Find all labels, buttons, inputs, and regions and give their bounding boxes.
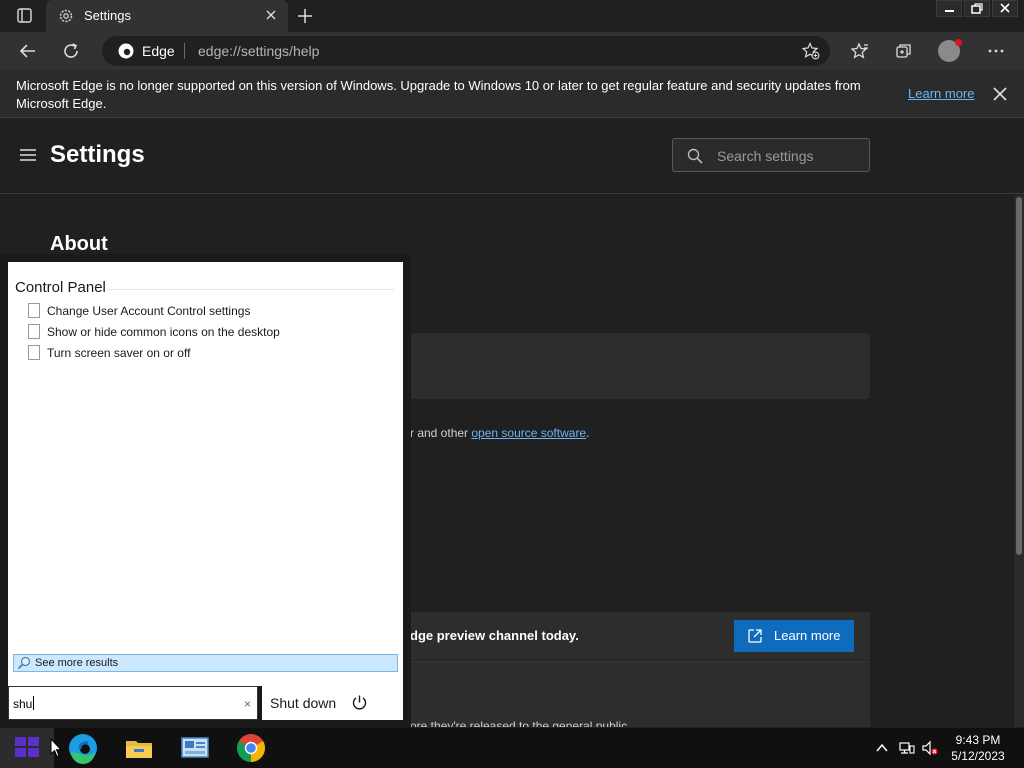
- group-divider: [108, 289, 394, 290]
- new-tab-icon[interactable]: [296, 7, 314, 25]
- preview-channel-card: dge preview channel today. Learn more: [410, 612, 870, 660]
- infobar-close-icon[interactable]: [992, 86, 1008, 102]
- page-scrollbar[interactable]: [1014, 195, 1024, 727]
- section-title: About: [50, 233, 108, 255]
- settings-search-input[interactable]: Search settings: [672, 138, 870, 172]
- result-label: Show or hide common icons on the desktop: [47, 325, 280, 339]
- add-favorite-icon[interactable]: [802, 42, 820, 60]
- start-search-value: shu: [13, 697, 33, 711]
- oss-suffix: .: [586, 426, 590, 440]
- start-search-input[interactable]: shu ×: [8, 686, 258, 720]
- close-window-button[interactable]: [992, 0, 1018, 17]
- settings-header: Settings Search settings: [0, 118, 1024, 194]
- result-item[interactable]: Show or hide common icons on the desktop: [28, 323, 388, 341]
- document-icon: [28, 324, 40, 339]
- document-icon: [28, 303, 40, 318]
- title-bar: Settings: [0, 0, 1024, 32]
- tab-actions-icon[interactable]: [10, 6, 38, 26]
- file-explorer-icon[interactable]: [123, 732, 155, 764]
- infobar-message: Microsoft Edge is no longer supported on…: [16, 78, 861, 111]
- infobar-learn-more-link[interactable]: Learn more: [908, 86, 974, 101]
- chevron-up-icon[interactable]: [874, 740, 890, 756]
- text-caret: [33, 696, 34, 710]
- magnifier-icon: [17, 656, 31, 670]
- start-button[interactable]: [0, 728, 54, 768]
- volume-muted-icon[interactable]: [922, 740, 938, 756]
- refresh-icon[interactable]: [62, 42, 80, 60]
- search-icon: [687, 148, 703, 164]
- power-icon: [352, 695, 367, 710]
- insider-card-text: ore they're released to the general publ…: [410, 719, 631, 727]
- search-results-panel: Control Panel Change User Account Contro…: [8, 262, 403, 686]
- edge-logo-icon: [118, 43, 134, 59]
- network-icon[interactable]: [899, 740, 915, 756]
- search-placeholder: Search settings: [717, 148, 814, 164]
- clock-date: 5/12/2023: [951, 749, 1005, 763]
- address-bar[interactable]: Edge edge://settings/help: [102, 36, 830, 66]
- preview-channel-text: dge preview channel today.: [410, 628, 579, 643]
- profile-avatar[interactable]: [938, 39, 962, 62]
- chrome-icon[interactable]: [235, 732, 267, 764]
- see-more-label: See more results: [35, 657, 119, 669]
- preview-learn-more-button[interactable]: Learn more: [734, 620, 854, 652]
- gear-icon: [59, 9, 73, 23]
- open-source-software-link[interactable]: open source software: [471, 426, 586, 440]
- restore-button[interactable]: [964, 0, 990, 17]
- favorites-icon[interactable]: [851, 42, 869, 60]
- tab-title: Settings: [84, 8, 131, 23]
- shutdown-label: Shut down: [270, 695, 337, 711]
- omnibox-separator: [184, 43, 185, 59]
- insider-card: ore they're released to the general publ…: [410, 661, 870, 727]
- tab-close-icon[interactable]: [264, 8, 278, 22]
- external-link-icon: [748, 629, 762, 643]
- control-panel-icon[interactable]: [179, 732, 211, 764]
- mouse-cursor-icon: [50, 738, 62, 758]
- clock-time: 9:43 PM: [955, 733, 1001, 747]
- edge-icon[interactable]: [67, 732, 99, 764]
- url-text[interactable]: edge://settings/help: [198, 43, 319, 59]
- omnibox-brand: Edge: [142, 43, 175, 59]
- browser-toolbar: Edge edge://settings/help: [0, 32, 1024, 70]
- window-controls: [934, 0, 1018, 18]
- oss-credit-text: r and other open source software.: [410, 426, 589, 440]
- close-icon: [1000, 3, 1010, 13]
- see-more-results-button[interactable]: See more results: [13, 654, 398, 672]
- unsupported-os-infobar: Microsoft Edge is no longer supported on…: [0, 70, 1024, 118]
- back-arrow-icon[interactable]: [19, 42, 37, 60]
- page-title: Settings: [50, 141, 145, 168]
- result-label: Turn screen saver on or off: [47, 346, 191, 360]
- taskbar: 9:43 PM 5/12/2023: [0, 728, 1024, 768]
- preview-learn-more-label: Learn more: [774, 628, 841, 643]
- result-item[interactable]: Turn screen saver on or off: [28, 344, 388, 362]
- more-options-icon[interactable]: [987, 42, 1005, 60]
- tab-settings[interactable]: Settings: [46, 0, 288, 32]
- taskbar-clock[interactable]: 9:43 PM 5/12/2023: [940, 732, 1016, 764]
- minimize-icon: [945, 10, 954, 12]
- start-menu: Control Panel Change User Account Contro…: [0, 254, 411, 728]
- result-group-title: Control Panel: [15, 279, 106, 296]
- result-item[interactable]: Change User Account Control settings: [28, 302, 388, 320]
- scrollbar-thumb[interactable]: [1016, 197, 1022, 555]
- document-icon: [28, 345, 40, 360]
- shutdown-button[interactable]: Shut down: [262, 686, 403, 720]
- version-card: [410, 333, 870, 399]
- collections-icon[interactable]: [895, 42, 913, 60]
- oss-prefix: r and other: [410, 426, 472, 440]
- windows-logo-icon: [15, 737, 39, 757]
- restore-icon: [971, 3, 983, 14]
- clear-search-button[interactable]: ×: [244, 697, 251, 711]
- result-label: Change User Account Control settings: [47, 304, 251, 318]
- minimize-button[interactable]: [936, 0, 962, 17]
- hamburger-menu-icon[interactable]: [19, 148, 37, 162]
